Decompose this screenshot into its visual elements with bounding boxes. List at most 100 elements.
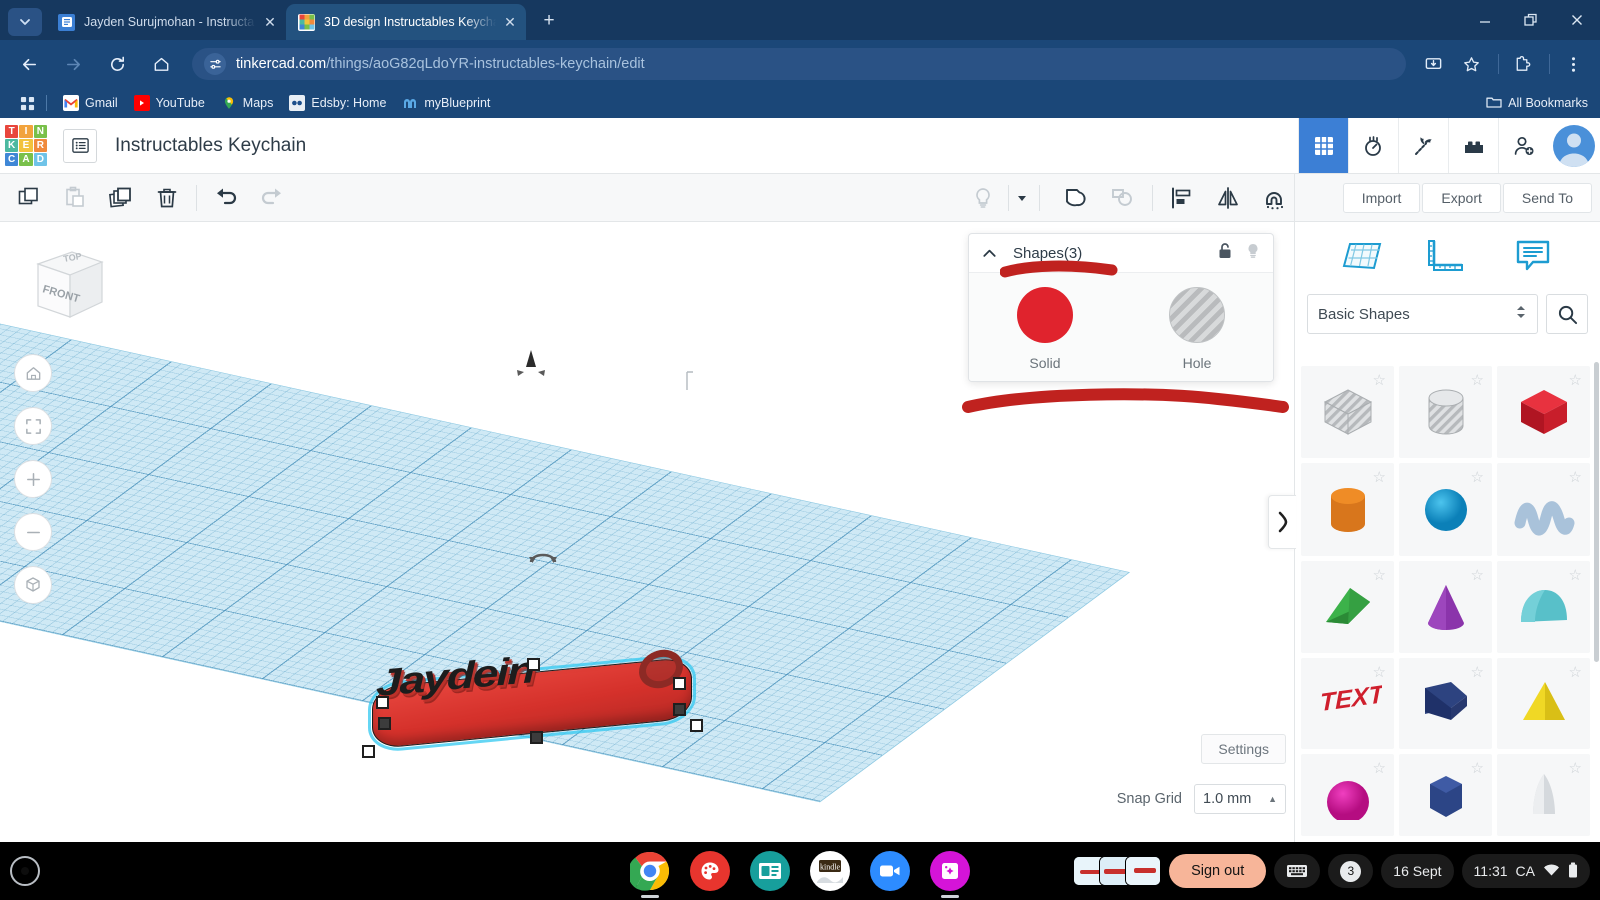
launcher-circle-icon[interactable] <box>10 856 40 886</box>
duplicate-icon[interactable] <box>98 175 144 221</box>
shapes-inspector-panel[interactable]: Shapes(3) Solid Hole <box>968 233 1274 382</box>
keychain-model[interactable]: Jaydein <box>360 646 705 758</box>
chevron-up-icon[interactable] <box>981 245 1003 262</box>
star-outline-icon[interactable]: ☆ <box>1373 663 1386 681</box>
bookmark-maps[interactable]: Maps <box>213 91 282 115</box>
chrome-icon[interactable] <box>630 851 670 898</box>
shape-text-red[interactable]: ☆ TEXT <box>1301 658 1394 749</box>
shape-halfsphere-magenta[interactable]: ☆ <box>1301 753 1394 836</box>
solid-option[interactable]: Solid <box>969 287 1121 371</box>
zoom-out-icon[interactable] <box>14 513 52 551</box>
bookmark-edsby[interactable]: Edsby: Home <box>281 91 394 115</box>
apps-grid-icon[interactable] <box>14 96 40 111</box>
star-outline-icon[interactable]: ☆ <box>1569 663 1582 681</box>
ungroup-icon[interactable] <box>1100 175 1146 221</box>
bookmark-myblueprint[interactable]: myBlueprint <box>394 91 498 115</box>
magnet-snap-icon[interactable] <box>1251 175 1297 221</box>
minimize-icon[interactable] <box>1462 0 1508 40</box>
fit-to-view-icon[interactable] <box>14 407 52 445</box>
star-outline-icon[interactable]: ☆ <box>1471 468 1484 486</box>
shape-pentagon-navy[interactable]: ☆ <box>1399 658 1492 749</box>
home-view-icon[interactable] <box>14 354 52 392</box>
delete-trash-icon[interactable] <box>144 175 190 221</box>
extensions-icon[interactable] <box>1505 47 1539 81</box>
star-outline-icon[interactable]: ☆ <box>1569 371 1582 389</box>
three-dot-menu-icon[interactable] <box>1556 47 1590 81</box>
zoom-icon[interactable] <box>870 851 910 891</box>
star-outline-icon[interactable]: ☆ <box>1471 663 1484 681</box>
mirror-icon[interactable] <box>1205 175 1251 221</box>
solid-swatch[interactable] <box>1017 287 1073 343</box>
site-settings-icon[interactable] <box>204 53 226 75</box>
resize-handle[interactable] <box>376 696 389 709</box>
rotate-handle-icon[interactable] <box>528 552 558 575</box>
close-icon[interactable]: ✕ <box>500 12 520 32</box>
export-button[interactable]: Export <box>1422 182 1501 213</box>
shape-wedge-green[interactable]: ☆ <box>1301 560 1394 654</box>
build-hammer-icon[interactable] <box>1398 118 1448 173</box>
unlock-icon[interactable] <box>1217 242 1233 265</box>
window-preview[interactable] <box>1125 856 1162 886</box>
group-icon[interactable] <box>1054 175 1100 221</box>
news-cards-icon[interactable] <box>750 851 790 891</box>
browser-tab[interactable]: 3D design Instructables Keycha ✕ <box>286 4 526 40</box>
snap-grid-select[interactable]: 1.0 mm ▲ <box>1194 784 1286 814</box>
window-previews[interactable] <box>1073 856 1162 886</box>
shape-box-hole[interactable]: ☆ <box>1301 366 1394 459</box>
shape-roof-teal[interactable]: ☆ <box>1497 560 1590 654</box>
search-icon[interactable] <box>1546 294 1588 334</box>
address-bar[interactable]: tinkercad.com/things/aoG82qLdoYR-instruc… <box>192 48 1406 80</box>
codeblocks-icon[interactable] <box>1348 118 1398 173</box>
star-outline-icon[interactable]: ☆ <box>1373 371 1386 389</box>
brick-icon[interactable] <box>1448 118 1498 173</box>
shape-sphere-blue[interactable]: ☆ <box>1399 463 1492 556</box>
notification-badge[interactable]: 3 <box>1328 854 1374 888</box>
bookmark-star-icon[interactable] <box>1454 47 1488 81</box>
list-icon[interactable] <box>63 128 97 163</box>
redo-icon[interactable] <box>249 175 295 221</box>
page-title[interactable]: Instructables Keychain <box>115 135 306 157</box>
kindle-icon[interactable]: kindle <box>810 851 850 891</box>
send-to-button[interactable]: Send To <box>1502 182 1592 213</box>
lightbulb-icon[interactable] <box>1245 242 1261 265</box>
grid-blocks-icon[interactable] <box>1298 118 1348 173</box>
zoom-in-icon[interactable] <box>14 460 52 498</box>
import-button[interactable]: Import <box>1342 182 1421 213</box>
forward-arrow-icon[interactable] <box>56 47 90 81</box>
close-icon[interactable]: ✕ <box>260 12 280 32</box>
bookmark-gmail[interactable]: Gmail <box>55 91 126 115</box>
sidebar-item-notes[interactable] <box>1504 232 1562 284</box>
view-cube[interactable]: TOP FRONT <box>28 246 112 328</box>
sidebar-item-workplane[interactable] <box>1333 232 1391 284</box>
shape-box-red[interactable]: ☆ <box>1497 366 1590 459</box>
star-outline-icon[interactable]: ☆ <box>1471 566 1484 584</box>
photos-icon[interactable] <box>930 851 970 898</box>
star-outline-icon[interactable]: ☆ <box>1471 759 1484 777</box>
shape-cylinder-hole[interactable]: ☆ <box>1399 366 1492 459</box>
maximize-icon[interactable] <box>1508 0 1554 40</box>
date-chip[interactable]: 16 Sept <box>1381 854 1454 888</box>
undo-icon[interactable] <box>203 175 249 221</box>
shape-cylinder-orange[interactable]: ☆ <box>1301 463 1394 556</box>
height-handle-icon[interactable] <box>512 348 550 387</box>
resize-handle[interactable] <box>673 703 686 716</box>
resize-handle[interactable] <box>527 658 540 671</box>
star-outline-icon[interactable]: ☆ <box>1569 566 1582 584</box>
settings-button[interactable]: Settings <box>1201 734 1286 764</box>
avatar[interactable] <box>1548 118 1600 173</box>
status-chip[interactable]: 11:31 CA <box>1461 854 1590 888</box>
shape-paraboloid-gray[interactable]: ☆ <box>1497 753 1590 836</box>
tab-search-button[interactable] <box>8 8 42 36</box>
star-outline-icon[interactable]: ☆ <box>1373 759 1386 777</box>
star-outline-icon[interactable]: ☆ <box>1569 759 1582 777</box>
shape-pyramid-yellow[interactable]: ☆ <box>1497 658 1590 749</box>
resize-handle[interactable] <box>690 719 703 732</box>
home-icon[interactable] <box>144 47 178 81</box>
install-icon[interactable] <box>1416 47 1450 81</box>
resize-handle[interactable] <box>378 717 391 730</box>
star-outline-icon[interactable]: ☆ <box>1569 468 1582 486</box>
align-icon[interactable] <box>1159 175 1205 221</box>
star-outline-icon[interactable]: ☆ <box>1471 371 1484 389</box>
star-outline-icon[interactable]: ☆ <box>1373 468 1386 486</box>
paste-icon[interactable] <box>52 175 98 221</box>
